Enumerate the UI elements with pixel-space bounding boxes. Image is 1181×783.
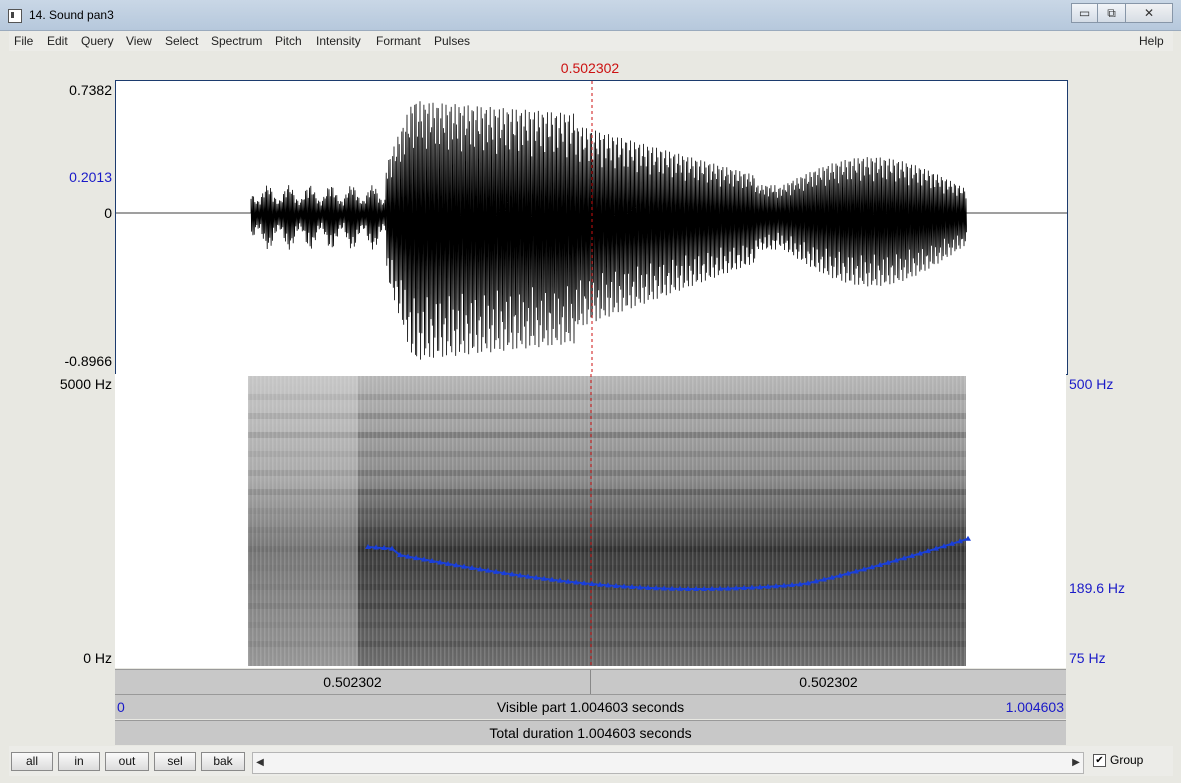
scroll-left-icon[interactable]: ◀ — [253, 753, 267, 773]
zoom-out-button[interactable]: out — [105, 752, 149, 771]
scroll-right-icon[interactable]: ▶ — [1069, 753, 1083, 773]
wave-ymid-label: 0.2013 — [69, 169, 112, 185]
total-duration-label: Total duration 1.004603 seconds — [489, 725, 692, 741]
total-duration-bar[interactable]: Total duration 1.004603 seconds — [115, 720, 1066, 745]
menu-query[interactable]: Query — [81, 34, 114, 48]
cursor-time-label: 0.502302 — [560, 60, 620, 76]
minimize-button[interactable]: ▭ — [1071, 3, 1098, 23]
cursor-bar: 0.502302 0.502302 — [115, 669, 1066, 694]
menu-select[interactable]: Select — [165, 34, 198, 48]
right-segment-label[interactable]: 0.502302 — [591, 674, 1066, 690]
wave-ymin-label: -0.8966 — [64, 353, 112, 369]
menu-formant[interactable]: Formant — [376, 34, 421, 48]
close-button[interactable]: ✕ — [1125, 3, 1173, 23]
menu-pulses[interactable]: Pulses — [434, 34, 470, 48]
menu-intensity[interactable]: Intensity — [316, 34, 361, 48]
pitch-max-label: 500 Hz — [1069, 376, 1114, 392]
group-label: Group — [1110, 753, 1144, 767]
menu-bar: File Edit Query View Select Spectrum Pit… — [9, 31, 1173, 51]
wave-ymax-label: 0.7382 — [69, 82, 112, 98]
zoom-in-button[interactable]: in — [58, 752, 100, 771]
menu-spectrum[interactable]: Spectrum — [211, 34, 262, 48]
onset-region — [248, 376, 358, 666]
menu-pitch[interactable]: Pitch — [275, 34, 302, 48]
spectrogram-plot — [248, 374, 971, 668]
visible-part-label: Visible part 1.004603 seconds — [496, 699, 685, 715]
menu-edit[interactable]: Edit — [47, 34, 68, 48]
waveform-panel[interactable] — [115, 80, 1068, 375]
zoom-all-button[interactable]: all — [11, 752, 53, 771]
spectrogram-panel[interactable] — [115, 374, 1066, 668]
visible-end-label: 1.004603 — [1005, 699, 1064, 715]
waveform-trace — [116, 101, 1067, 360]
waveform-plot — [116, 81, 1067, 374]
menu-help[interactable]: Help — [1139, 34, 1164, 48]
left-segment-label[interactable]: 0.502302 — [115, 674, 590, 690]
zoom-selection-button[interactable]: sel — [154, 752, 196, 771]
window-title: 14. Sound pan3 — [29, 8, 114, 22]
app-icon — [8, 9, 22, 23]
pitch-cursor-label: 189.6 Hz — [1069, 580, 1126, 596]
menu-file[interactable]: File — [14, 34, 33, 48]
spec-fmin-label: 0 Hz — [83, 650, 112, 666]
menu-view[interactable]: View — [126, 34, 152, 48]
pitch-min-label: 75 Hz — [1069, 650, 1106, 666]
title-bar — [0, 0, 1181, 31]
visible-part-bar[interactable]: 0 Visible part 1.004603 seconds 1.004603 — [115, 694, 1066, 719]
group-checkbox[interactable]: ✔ — [1093, 754, 1106, 767]
horizontal-scrollbar[interactable]: ◀ ▶ — [252, 752, 1084, 774]
spec-fmax-label: 5000 Hz — [59, 376, 112, 392]
maximize-button[interactable]: ⧉ — [1097, 3, 1126, 23]
zoom-back-button[interactable]: bak — [201, 752, 245, 771]
wave-zero-label: 0 — [104, 205, 112, 221]
